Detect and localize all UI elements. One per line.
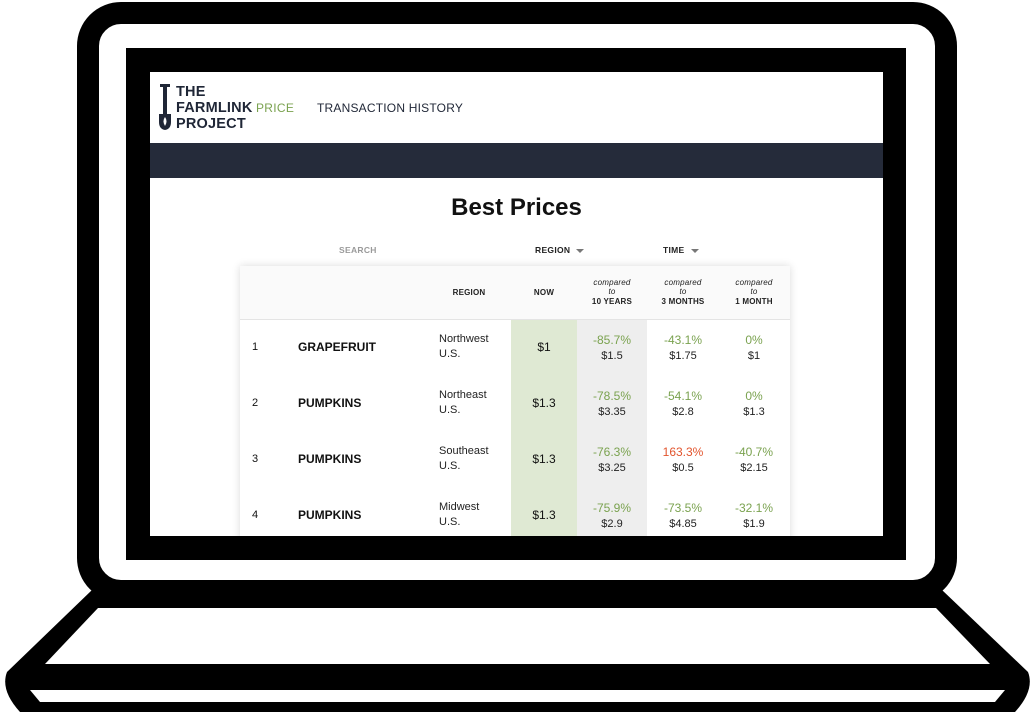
- change-percent: -76.3%: [592, 445, 632, 459]
- past-price: $0.5: [672, 462, 694, 474]
- past-price: $1.9: [743, 518, 765, 530]
- row-rank: 1: [252, 341, 259, 353]
- logo-line-3: PROJECT: [176, 116, 246, 132]
- table-header: REGION NOW compared to 10 YEARS compared…: [240, 266, 790, 320]
- header-10-years[interactable]: compared to 10 YEARS: [577, 278, 647, 307]
- header-period-label: 3 MONTHS: [661, 297, 705, 306]
- nav-price-link[interactable]: PRICE: [256, 101, 294, 115]
- row-region: Northeast U.S.: [439, 388, 487, 418]
- past-price: $3.25: [598, 462, 626, 474]
- top-navigation: THE FARMLINK PROJECT PRICE TRANSACTION H…: [150, 72, 883, 143]
- header-compared-label: compared: [664, 278, 702, 287]
- row-region-country: U.S.: [439, 460, 461, 472]
- past-price: $2.15: [740, 462, 768, 474]
- change-percent: 163.3%: [662, 445, 704, 459]
- header-period-label: 1 MONTH: [735, 297, 773, 306]
- row-3-months: -43.1% $1.75: [647, 332, 719, 364]
- header-to-label: to: [608, 287, 616, 296]
- row-item: PUMPKINS: [298, 508, 362, 522]
- header-compared-label: compared: [593, 278, 631, 287]
- change-percent: -43.1%: [663, 333, 703, 347]
- header-1-month[interactable]: compared to 1 MONTH: [719, 278, 789, 307]
- nav-transaction-history-link[interactable]: TRANSACTION HISTORY: [317, 101, 463, 115]
- change-percent: 0%: [745, 389, 763, 403]
- row-item: GRAPEFRUIT: [298, 340, 376, 354]
- row-10-years: -78.5% $3.35: [577, 388, 647, 420]
- row-3-months: -54.1% $2.8: [647, 388, 719, 420]
- prices-table: REGION NOW compared to 10 YEARS compared…: [240, 266, 790, 536]
- change-percent: -78.5%: [592, 389, 632, 403]
- header-now[interactable]: NOW: [511, 288, 577, 297]
- row-3-months: -73.5% $4.85: [647, 500, 719, 532]
- past-price: $1.5: [601, 350, 623, 362]
- past-price: $1.3: [743, 406, 765, 418]
- change-percent: -32.1%: [734, 501, 774, 515]
- search-filter[interactable]: SEARCH: [339, 245, 377, 255]
- row-item: PUMPKINS: [298, 396, 362, 410]
- logo-wordmark: THE FARMLINK PROJECT: [176, 84, 253, 132]
- table-row[interactable]: 3 PUMPKINS Southeast U.S. $1.3 -76.3% $3…: [240, 431, 790, 487]
- change-percent: -40.7%: [734, 445, 774, 459]
- past-price: $1: [747, 350, 761, 362]
- logo-line-1: THE: [176, 84, 206, 100]
- header-3-months[interactable]: compared to 3 MONTHS: [647, 278, 719, 307]
- table-row[interactable]: 4 PUMPKINS Midwest U.S. $1.3 -75.9% $2.9…: [240, 487, 790, 536]
- page-title: Best Prices: [451, 194, 582, 221]
- past-price: $3.35: [598, 406, 626, 418]
- table-row[interactable]: 1 GRAPEFRUIT Northwest U.S. $1 -85.7% $1…: [240, 319, 790, 375]
- row-10-years: -85.7% $1.5: [577, 332, 647, 364]
- row-1-month: -40.7% $2.15: [719, 444, 789, 476]
- header-to-label: to: [679, 287, 687, 296]
- change-percent: -75.9%: [592, 501, 632, 515]
- row-region: Southeast U.S.: [439, 444, 489, 474]
- past-price: $1.75: [669, 350, 697, 362]
- change-percent: -73.5%: [663, 501, 703, 515]
- header-region[interactable]: REGION: [439, 288, 499, 297]
- row-now-price: $1.3: [532, 396, 556, 410]
- row-region: Northwest U.S.: [439, 332, 489, 362]
- row-10-years: -75.9% $2.9: [577, 500, 647, 532]
- row-3-months: 163.3% $0.5: [647, 444, 719, 476]
- row-1-month: 0% $1: [719, 332, 789, 364]
- row-1-month: 0% $1.3: [719, 388, 789, 420]
- region-dropdown-label: REGION: [535, 245, 571, 255]
- row-region-name: Southeast: [439, 445, 489, 457]
- chevron-down-icon: [690, 248, 699, 253]
- past-price: $4.85: [669, 518, 697, 530]
- row-1-month: -32.1% $1.9: [719, 500, 789, 532]
- chevron-down-icon: [576, 248, 585, 253]
- row-region-name: Midwest: [439, 501, 480, 513]
- header-to-label: to: [750, 287, 758, 296]
- header-band: [150, 143, 883, 178]
- row-10-years: -76.3% $3.25: [577, 444, 647, 476]
- time-dropdown-label: TIME: [663, 245, 685, 255]
- row-region-name: Northwest: [439, 333, 489, 345]
- row-region-country: U.S.: [439, 516, 461, 528]
- farmlink-logo[interactable]: THE FARMLINK PROJECT: [158, 84, 253, 132]
- row-region: Midwest U.S.: [439, 500, 479, 530]
- logo-line-2: FARMLINK: [176, 100, 253, 116]
- row-now-price: $1: [537, 340, 551, 354]
- region-dropdown[interactable]: REGION: [535, 245, 585, 255]
- row-region-country: U.S.: [439, 348, 461, 360]
- row-rank: 4: [252, 509, 259, 521]
- shovel-icon: [159, 84, 171, 130]
- row-rank: 2: [252, 397, 259, 409]
- past-price: $2.9: [601, 518, 623, 530]
- past-price: $2.8: [672, 406, 694, 418]
- change-percent: -54.1%: [663, 389, 703, 403]
- row-now-price: $1.3: [532, 452, 556, 466]
- row-now-price: $1.3: [532, 508, 556, 522]
- row-region-name: Northeast: [439, 389, 487, 401]
- header-compared-label: compared: [735, 278, 773, 287]
- table-row[interactable]: 2 PUMPKINS Northeast U.S. $1.3 -78.5% $3…: [240, 375, 790, 431]
- row-rank: 3: [252, 453, 259, 465]
- header-period-label: 10 YEARS: [591, 297, 633, 306]
- row-region-country: U.S.: [439, 404, 461, 416]
- change-percent: -85.7%: [592, 333, 632, 347]
- row-item: PUMPKINS: [298, 452, 362, 466]
- time-dropdown[interactable]: TIME: [663, 245, 699, 255]
- app-screen: THE FARMLINK PROJECT PRICE TRANSACTION H…: [150, 72, 883, 536]
- change-percent: 0%: [745, 333, 763, 347]
